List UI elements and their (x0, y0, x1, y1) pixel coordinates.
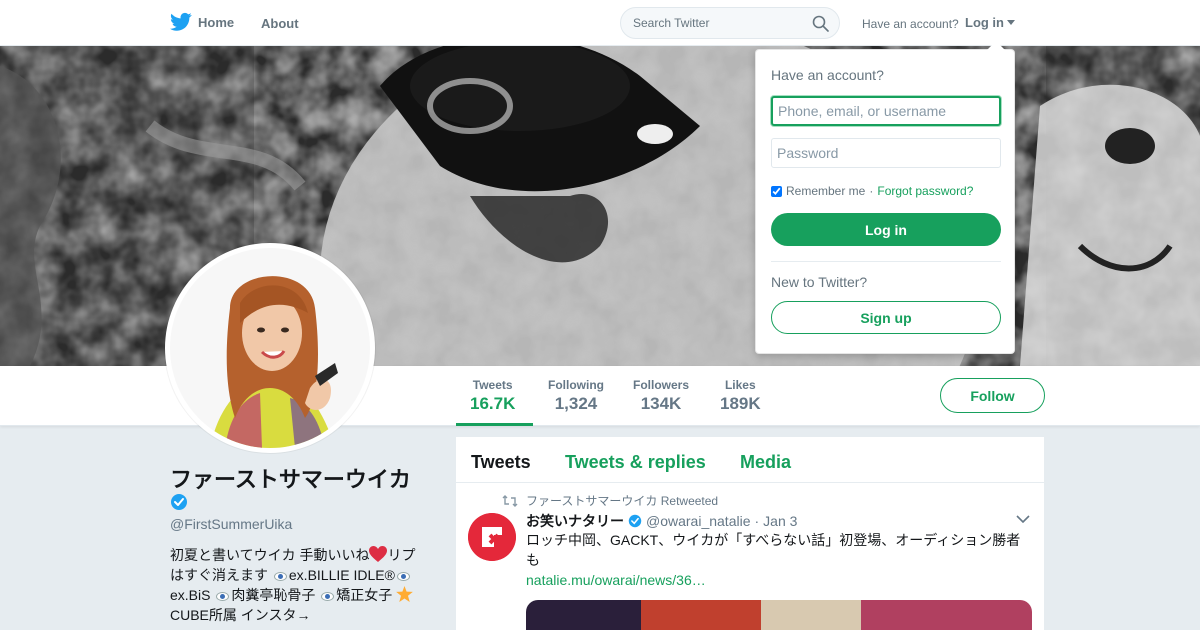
bio-text-4: ex.BiS (170, 587, 215, 603)
tab-tweets-replies[interactable]: Tweets & replies (565, 452, 706, 473)
nav-home-label: Home (198, 14, 235, 30)
login-dropdown-toggle[interactable]: Log in (965, 15, 1015, 30)
password-input[interactable] (771, 138, 1001, 168)
tweet-media-image[interactable] (526, 600, 1032, 630)
tab-tweets[interactable]: Tweets (471, 452, 531, 473)
caret-down-icon (1007, 20, 1015, 25)
verified-badge-icon (628, 514, 642, 528)
tab-media[interactable]: Media (740, 452, 791, 473)
search-icon[interactable] (812, 15, 829, 32)
retweet-icon (502, 494, 518, 507)
search-input[interactable] (621, 8, 801, 38)
profile-handle[interactable]: @FirstSummerUika (170, 516, 292, 532)
stat-tweets-label: Tweets (472, 378, 513, 392)
bio-text-5: 肉糞亭恥骨子 (231, 587, 320, 603)
retweet-context: ファーストサマーウイカ Retweeted (502, 492, 718, 509)
profile-avatar[interactable] (165, 243, 375, 453)
tweet-author-name[interactable]: お笑いナタリー (526, 511, 624, 531)
bio-text-7: CUBE所属 インスタ→ (170, 607, 311, 623)
stat-tweets-value: 16.7K (470, 394, 516, 413)
timeline-panel: Tweets Tweets & replies Media ファーストサマーウイ… (456, 437, 1044, 630)
tweet-header: お笑いナタリー @owarai_natalie · Jan 3 (526, 511, 797, 531)
login-button[interactable]: Log in (771, 213, 1001, 246)
remember-me-checkbox[interactable] (771, 185, 782, 197)
login-dropdown-title: Have an account? (771, 67, 884, 83)
stat-followers-value: 134K (640, 394, 682, 413)
stat-following-value: 1,324 (554, 394, 598, 413)
bio-text-6: 矯正女子 (336, 587, 397, 603)
star-emoji-icon (396, 586, 413, 602)
username-input[interactable] (771, 96, 1001, 126)
search-box (620, 7, 840, 39)
stat-followers-label: Followers (633, 378, 690, 392)
signup-button[interactable]: Sign up (771, 301, 1001, 334)
eye-emoji-icon (321, 591, 335, 601)
tweet-text: ロッチ中岡、GACKT、ウイカが「すべらない話」初登場、オーディション勝者も (526, 532, 1021, 568)
bio-text-3: ex.BILLIE IDLE® (288, 567, 395, 583)
heart-emoji-icon (369, 546, 388, 562)
active-stat-underline (456, 423, 533, 426)
avatar-image (170, 248, 370, 448)
remember-separator: · (869, 184, 874, 198)
tweet-author-handle[interactable]: @owarai_natalie (646, 513, 751, 529)
twitter-bird-icon (170, 12, 192, 31)
eye-emoji-icon (216, 591, 230, 601)
stat-likes-value: 189K (720, 394, 761, 413)
profile-name[interactable]: ファーストサマーウイカ (170, 462, 411, 494)
follow-button[interactable]: Follow (940, 378, 1045, 413)
dropdown-caret (987, 41, 1005, 50)
new-to-twitter-text: New to Twitter? (771, 274, 868, 290)
stat-likes[interactable]: Likes 189K (720, 378, 761, 414)
remember-me-label[interactable]: Remember me (786, 184, 865, 198)
stat-followers[interactable]: Followers 134K (633, 378, 689, 414)
bio-text-1: 初夏と書いてウイカ 手動いいね (170, 547, 370, 563)
retweeted-by-text[interactable]: ファーストサマーウイカ Retweeted (526, 492, 718, 509)
remember-me-row: Remember me · Forgot password? (771, 184, 973, 198)
login-dropdown: Have an account? Remember me · Forgot pa… (755, 41, 1015, 354)
forgot-password-link[interactable]: Forgot password? (877, 184, 973, 198)
tweet-date[interactable]: Jan 3 (763, 513, 797, 529)
verified-badge-icon (171, 494, 187, 510)
stat-tweets[interactable]: Tweets 16.7K (470, 378, 515, 414)
stat-following-label: Following (548, 378, 604, 392)
eye-emoji-icon (396, 571, 410, 581)
stat-following[interactable]: Following 1,324 (548, 378, 604, 414)
eye-emoji-icon (273, 571, 287, 581)
profile-bio: 初夏と書いてウイカ 手動いいね リプはすぐ消えます ex.BILLIE IDLE®… (170, 545, 425, 625)
tweet-link[interactable]: natalie.mu/owarai/news/36… (526, 572, 706, 588)
login-toggle-label: Log in (965, 15, 1004, 30)
stat-likes-label: Likes (724, 378, 756, 392)
dropdown-divider (771, 261, 1001, 262)
chevron-down-icon[interactable] (1016, 515, 1030, 523)
timeline-tabs: Tweets Tweets & replies Media (456, 437, 1044, 483)
have-account-text: Have an account? (862, 17, 959, 31)
nav-home-link[interactable]: Home (170, 12, 234, 32)
top-navigation-bar: Home About Have an account? Log in (0, 0, 1200, 46)
tweet-separator: · (754, 513, 760, 529)
nav-about-link[interactable]: About (261, 16, 299, 31)
tweet-author-avatar[interactable] (468, 513, 516, 561)
